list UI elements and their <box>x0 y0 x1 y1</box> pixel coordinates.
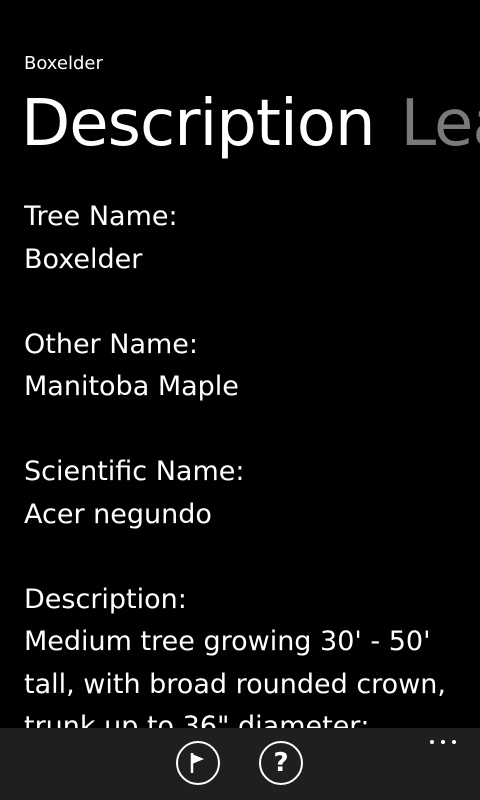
pivot-tab-description[interactable]: Description <box>21 78 375 170</box>
dot <box>430 740 434 744</box>
field-label: Description: <box>24 583 187 615</box>
flag-button[interactable] <box>176 741 220 785</box>
description-content[interactable]: Tree Name: Boxelder Other Name: Manitoba… <box>24 196 464 729</box>
field-description: Description: Medium tree growing 30' - 5… <box>24 579 464 730</box>
dot <box>441 740 445 744</box>
pivot-headers: Description Leaf <box>21 78 480 170</box>
field-value: Acer negundo <box>24 498 212 530</box>
pivot-tab-leaf[interactable]: Leaf <box>401 78 480 170</box>
field-value: Manitoba Maple <box>24 371 239 402</box>
app-title: Boxelder <box>24 53 103 74</box>
field-value: Boxelder <box>24 243 143 275</box>
field-label: Tree Name: <box>24 201 178 232</box>
field-value: Medium tree growing 30' - 50' tall, with… <box>24 626 446 729</box>
field-tree-name: Tree Name: Boxelder <box>24 196 464 281</box>
field-label: Other Name: <box>24 328 198 360</box>
field-label: Scientific Name: <box>24 456 245 487</box>
help-icon: ? <box>273 748 289 778</box>
field-scientific-name: Scientific Name: Acer negundo <box>24 451 464 536</box>
help-button[interactable]: ? <box>259 741 303 785</box>
flag-icon <box>190 753 204 773</box>
field-other-name: Other Name: Manitoba Maple <box>24 324 464 409</box>
dot <box>452 740 456 744</box>
ellipsis-icon[interactable] <box>430 732 456 752</box>
application-bar: ? <box>0 728 480 800</box>
